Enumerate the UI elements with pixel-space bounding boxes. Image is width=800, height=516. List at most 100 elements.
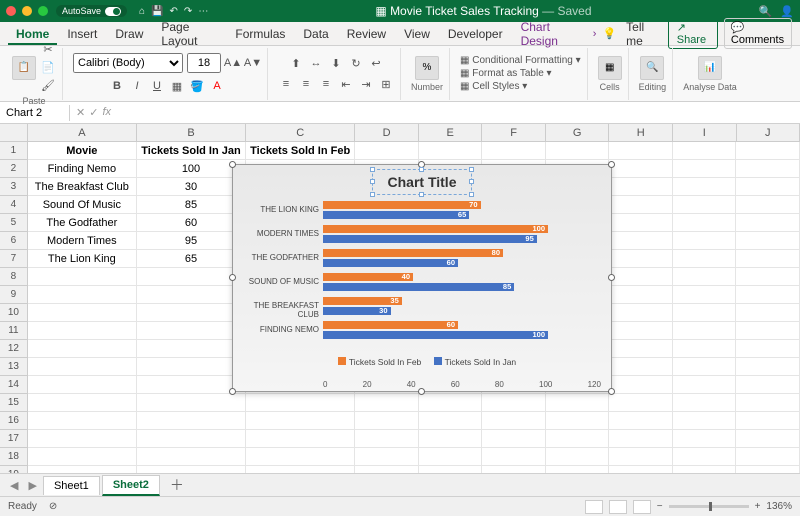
cell[interactable]: 60 [137, 214, 246, 232]
cell[interactable] [419, 412, 483, 430]
share-button[interactable]: ↗ Share [668, 18, 718, 49]
cell[interactable] [736, 466, 800, 474]
row-header[interactable]: 12 [0, 340, 28, 358]
save-icon[interactable]: 💾 [151, 6, 163, 17]
cell[interactable] [355, 430, 419, 448]
cell[interactable] [419, 142, 483, 160]
row-header[interactable]: 1 [0, 142, 28, 160]
sheet-tab[interactable]: Sheet2 [102, 475, 160, 496]
cell[interactable] [736, 430, 800, 448]
font-name-select[interactable]: Calibri (Body) [73, 53, 183, 73]
tab-chart-design[interactable]: Chart Design [513, 16, 587, 52]
cell[interactable]: The Lion King [28, 250, 137, 268]
cell[interactable] [609, 196, 673, 214]
analyse-icon[interactable]: 📊 [698, 56, 722, 80]
maximize-window[interactable] [38, 6, 48, 16]
cell[interactable] [28, 340, 137, 358]
row-header[interactable]: 7 [0, 250, 28, 268]
cell[interactable] [736, 214, 800, 232]
cell[interactable]: 95 [137, 232, 246, 250]
chart-plot-area[interactable]: THE LION KING7065MODERN TIMES10095THE GO… [233, 195, 611, 355]
sheet-tab[interactable]: Sheet1 [43, 476, 100, 495]
bar-jan[interactable]: 95 [323, 235, 537, 243]
cell[interactable] [28, 286, 137, 304]
cell[interactable] [609, 358, 673, 376]
cell[interactable] [355, 394, 419, 412]
cell[interactable] [673, 232, 737, 250]
redo-icon[interactable]: ↷ [184, 6, 192, 17]
cell[interactable] [736, 448, 800, 466]
row-header[interactable]: 4 [0, 196, 28, 214]
row-header[interactable]: 8 [0, 268, 28, 286]
underline-icon[interactable]: U [149, 78, 165, 94]
cell[interactable] [609, 250, 673, 268]
wrap-text-icon[interactable]: ↩ [368, 55, 384, 71]
row-header[interactable]: 11 [0, 322, 28, 340]
cell[interactable]: 65 [137, 250, 246, 268]
cell[interactable] [736, 286, 800, 304]
cell[interactable] [673, 430, 737, 448]
cell[interactable] [609, 214, 673, 232]
cells-icon[interactable]: ▦ [598, 56, 622, 80]
cell[interactable] [137, 286, 246, 304]
cell[interactable]: Tickets Sold In Jan [137, 142, 246, 160]
embedded-chart[interactable]: Chart Title THE LION KING7065MODERN TIME… [232, 164, 612, 392]
resize-handle[interactable] [229, 161, 236, 168]
row-header[interactable]: 17 [0, 430, 28, 448]
cell[interactable] [736, 178, 800, 196]
cell[interactable] [609, 466, 673, 474]
cell[interactable] [673, 160, 737, 178]
cell[interactable] [246, 448, 355, 466]
more-icon[interactable]: ⋯ [198, 6, 208, 17]
cell[interactable]: Sound Of Music [28, 196, 137, 214]
cell[interactable] [246, 412, 355, 430]
cell[interactable] [609, 304, 673, 322]
col-header[interactable]: E [419, 124, 483, 141]
editing-icon[interactable]: 🔍 [640, 56, 664, 80]
cell[interactable] [609, 322, 673, 340]
cell[interactable] [355, 448, 419, 466]
font-size-input[interactable] [187, 53, 221, 73]
cell[interactable] [609, 232, 673, 250]
sheet-nav-next[interactable]: ▶ [24, 479, 40, 492]
cell[interactable] [482, 466, 546, 474]
chevron-right-icon[interactable]: › [593, 28, 597, 40]
resize-handle[interactable] [418, 388, 425, 395]
tell-me-icon[interactable]: 💡 [602, 27, 616, 40]
cell[interactable] [419, 466, 483, 474]
cell[interactable] [673, 412, 737, 430]
cell[interactable] [28, 376, 137, 394]
formula-input[interactable] [117, 111, 800, 115]
percent-icon[interactable]: % [415, 56, 439, 80]
row-header[interactable]: 9 [0, 286, 28, 304]
bar-jan[interactable]: 65 [323, 211, 469, 219]
row-header[interactable]: 18 [0, 448, 28, 466]
align-bottom-icon[interactable]: ⬇ [328, 55, 344, 71]
cell[interactable] [137, 412, 246, 430]
cell[interactable] [673, 376, 737, 394]
cell[interactable]: The Godfather [28, 214, 137, 232]
row-header[interactable]: 15 [0, 394, 28, 412]
cell[interactable] [673, 448, 737, 466]
cell[interactable] [736, 142, 800, 160]
cell[interactable]: Movie [28, 142, 137, 160]
cell[interactable]: 85 [137, 196, 246, 214]
col-header[interactable]: G [546, 124, 610, 141]
cell[interactable] [137, 340, 246, 358]
indent-decrease-icon[interactable]: ⇤ [338, 76, 354, 92]
bar-feb[interactable]: 35 [323, 297, 402, 305]
increase-font-icon[interactable]: A▲ [225, 55, 241, 71]
conditional-formatting[interactable]: ▦ Conditional Formatting ▾ [460, 55, 581, 66]
cell[interactable] [246, 466, 355, 474]
cell[interactable] [673, 214, 737, 232]
cell[interactable] [546, 142, 610, 160]
align-left-icon[interactable]: ≡ [278, 76, 294, 92]
minimize-window[interactable] [22, 6, 32, 16]
tab-insert[interactable]: Insert [59, 23, 105, 45]
row-header[interactable]: 2 [0, 160, 28, 178]
confirm-icon[interactable]: ✓ [89, 106, 98, 119]
worksheet-grid[interactable]: A B C D E F G H I J 1MovieTickets Sold I… [0, 124, 800, 474]
row-header[interactable]: 5 [0, 214, 28, 232]
cell[interactable] [609, 394, 673, 412]
tab-view[interactable]: View [396, 23, 438, 45]
